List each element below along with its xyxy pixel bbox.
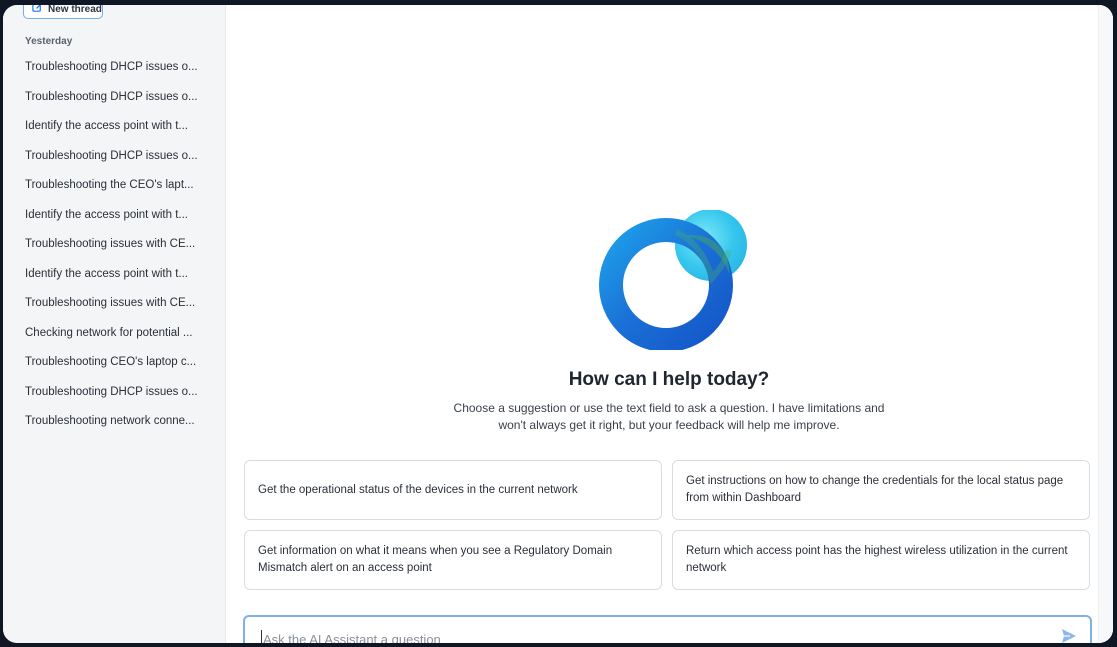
question-input-container[interactable] [243,615,1092,643]
thread-list: Troubleshooting DHCP issues o... Trouble… [25,57,215,441]
sidebar: New thread Yesterday Troubleshooting DHC… [3,5,226,643]
new-thread-button[interactable]: New thread [23,5,103,19]
new-thread-label: New thread [48,5,102,15]
send-icon[interactable] [1060,627,1078,643]
suggestion-card[interactable]: Get instructions on how to change the cr… [672,460,1090,520]
suggestion-card[interactable]: Return which access point has the highes… [672,530,1090,590]
thread-item[interactable]: Troubleshooting CEO's laptop c... [25,352,210,382]
thread-item[interactable]: Checking network for potential ... [25,323,210,353]
thread-item[interactable]: Troubleshooting DHCP issues o... [25,382,210,412]
thread-item[interactable]: Identify the access point with t... [25,116,210,146]
thread-item[interactable]: Troubleshooting DHCP issues o... [25,57,210,87]
question-input[interactable] [261,631,1045,643]
thread-item[interactable]: Troubleshooting issues with CE... [25,234,210,264]
main-panel: How can I help today? Choose a suggestio… [226,5,1113,643]
thread-item[interactable]: Troubleshooting issues with CE... [25,293,210,323]
thread-item[interactable]: Identify the access point with t... [25,264,210,294]
intro-text: Choose a suggestion or use the text fiel… [453,401,885,432]
text-cursor [261,630,262,643]
suggestion-card[interactable]: Get the operational status of the device… [244,460,662,520]
app-window: New thread Yesterday Troubleshooting DHC… [3,5,1113,643]
thread-item[interactable]: Troubleshooting DHCP issues o... [25,87,210,117]
scrollbar[interactable] [1098,5,1113,643]
page-title: How can I help today? [568,369,770,390]
suggestion-card[interactable]: Get information on what it means when yo… [244,530,662,590]
ai-assistant-logo [599,210,747,350]
thread-item[interactable]: Troubleshooting the CEO's lapt... [25,175,210,205]
thread-item[interactable]: Troubleshooting network conne... [25,411,210,441]
thread-item[interactable]: Identify the access point with t... [25,205,210,235]
edit-icon [32,5,43,16]
thread-item[interactable]: Troubleshooting DHCP issues o... [25,146,210,176]
section-label-yesterday: Yesterday [25,36,73,47]
